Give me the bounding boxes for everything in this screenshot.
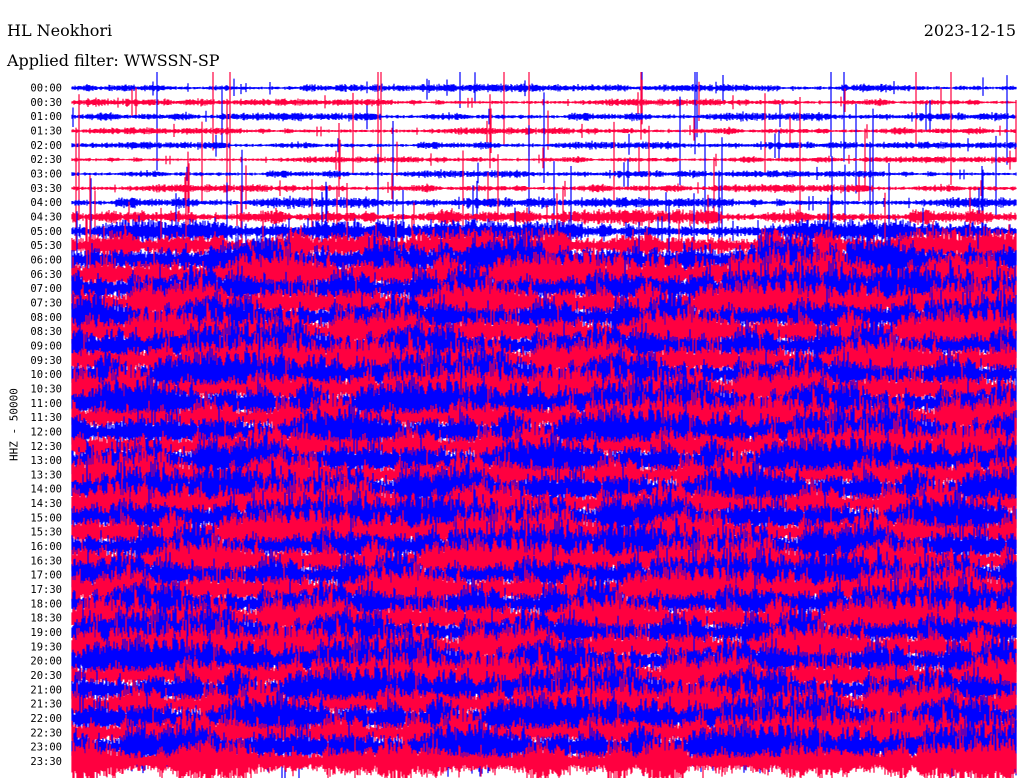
- time-tick-label: 22:00: [30, 713, 62, 725]
- time-tick-label: 16:30: [30, 555, 62, 567]
- time-tick-label: 10:00: [30, 369, 62, 381]
- time-tick-label: 16:00: [30, 541, 62, 553]
- time-tick-label: 20:00: [30, 656, 62, 668]
- time-tick-label: 19:00: [30, 627, 62, 639]
- time-tick-label: 19:30: [30, 641, 62, 653]
- time-tick-label: 14:00: [30, 484, 62, 496]
- time-tick-label: 00:00: [30, 83, 62, 95]
- time-tick-label: 05:00: [30, 226, 62, 238]
- time-tick-label: 17:00: [30, 570, 62, 582]
- time-tick-label: 02:00: [30, 140, 62, 152]
- time-tick-label: 14:30: [30, 498, 62, 510]
- time-tick-label: 09:00: [30, 340, 62, 352]
- time-tick-label: 01:00: [30, 111, 62, 123]
- time-tick-label: 21:00: [30, 684, 62, 696]
- time-tick-label: 11:30: [30, 412, 62, 424]
- time-tick-label: 15:00: [30, 512, 62, 524]
- time-tick-label: 22:30: [30, 727, 62, 739]
- time-tick-label: 07:00: [30, 283, 62, 295]
- time-tick-label: 10:30: [30, 383, 62, 395]
- time-tick-label: 04:30: [30, 211, 62, 223]
- time-tick-label: 07:30: [30, 297, 62, 309]
- time-tick-label: 13:30: [30, 469, 62, 481]
- helicorder-plot: 00:00 00:30 01:00 01:30 02:00 02:30 03:00 03:30…: [30, 72, 1017, 778]
- time-tick-label: 08:00: [30, 312, 62, 324]
- time-tick-label: 23:30: [30, 756, 62, 768]
- time-tick-label: 12:30: [30, 441, 62, 453]
- time-tick-label: 18:30: [30, 613, 62, 625]
- time-tick-label: 12:00: [30, 426, 62, 438]
- time-tick-label: 20:30: [30, 670, 62, 682]
- time-tick-label: 18:00: [30, 598, 62, 610]
- time-tick-label: 08:30: [30, 326, 62, 338]
- time-tick-label: 06:30: [30, 269, 62, 281]
- time-tick-label: 03:30: [30, 183, 62, 195]
- time-tick-label: 05:30: [30, 240, 62, 252]
- time-tick-label: 06:00: [30, 254, 62, 266]
- time-tick-label: 23:00: [30, 742, 62, 754]
- time-tick-label: 11:00: [30, 398, 62, 410]
- time-tick-label: 04:00: [30, 197, 62, 209]
- time-tick-label: 03:00: [30, 168, 62, 180]
- time-tick-label: 17:30: [30, 584, 62, 596]
- time-tick-label: 00:30: [30, 97, 62, 109]
- time-tick-label: 15:30: [30, 527, 62, 539]
- time-tick-label: 02:30: [30, 154, 62, 166]
- time-tick-label: 21:30: [30, 699, 62, 711]
- time-tick-label: 01:30: [30, 125, 62, 137]
- time-tick-label: 09:30: [30, 355, 62, 367]
- time-tick-label: 13:00: [30, 455, 62, 467]
